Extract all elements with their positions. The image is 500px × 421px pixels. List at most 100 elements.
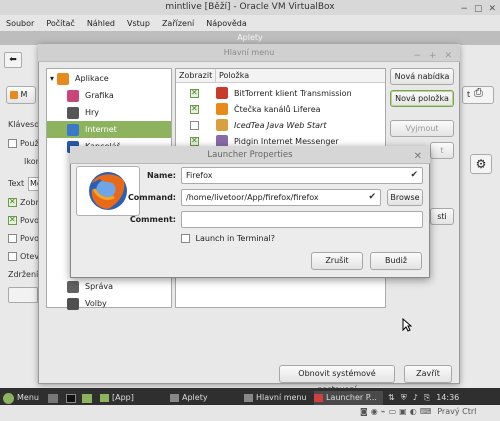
shield-icon[interactable]: ⛨ bbox=[401, 391, 407, 405]
new-item-button[interactable]: Nová položka bbox=[390, 90, 454, 107]
volume-icon[interactable]: ♪ bbox=[413, 391, 418, 405]
show-cell bbox=[176, 88, 216, 98]
applets-option[interactable]: Použ bbox=[8, 139, 39, 148]
category-item[interactable]: Internet bbox=[47, 121, 171, 138]
terminal-option[interactable]: Launch in Terminal? bbox=[181, 234, 275, 243]
list-item[interactable]: IcedTea Java Web Start bbox=[176, 117, 385, 133]
list-header: Zobrazit Položka bbox=[176, 69, 385, 83]
show-cell bbox=[176, 104, 216, 114]
cd-icon[interactable]: ◉ bbox=[371, 407, 378, 416]
applets-checkbox[interactable] bbox=[8, 139, 17, 148]
category-item[interactable]: ▾ Aplikace bbox=[47, 70, 171, 87]
applets-button-label: M bbox=[20, 90, 28, 99]
item-label: Pidgin Internet Messenger bbox=[234, 136, 339, 146]
app-icon bbox=[216, 119, 228, 131]
files-icon[interactable] bbox=[82, 391, 92, 405]
disk-icon[interactable]: ◙ bbox=[360, 407, 368, 416]
minimize-icon[interactable]: − bbox=[413, 47, 421, 65]
vbox-menu-item[interactable]: Počítač bbox=[46, 19, 75, 28]
cancel-button[interactable]: Zrušit bbox=[311, 252, 363, 270]
category-item[interactable]: Grafika bbox=[47, 87, 171, 104]
list-item[interactable]: BitTorrent klient Transmission bbox=[176, 85, 385, 101]
show-checkbox[interactable] bbox=[190, 136, 199, 146]
back-arrow-icon[interactable]: ⬅ bbox=[4, 52, 22, 68]
category-icon bbox=[67, 123, 79, 136]
applets-option[interactable]: Povo bbox=[8, 215, 39, 225]
window-icon bbox=[170, 394, 179, 402]
category-label: Volby bbox=[85, 299, 107, 308]
bg-button[interactable] bbox=[8, 287, 38, 303]
clipboard-icon[interactable]: ⎘ bbox=[424, 391, 430, 405]
close-icon[interactable]: ✕ bbox=[444, 47, 452, 65]
terminal-checkbox[interactable] bbox=[181, 234, 190, 243]
app-icon bbox=[216, 103, 228, 115]
taskbar-item-launcher[interactable]: Launcher P... bbox=[314, 391, 383, 405]
vbox-menu-item[interactable]: Nápověda bbox=[206, 19, 247, 28]
vbox-menu-item[interactable]: Náhled bbox=[87, 19, 115, 28]
vbox-menu-item[interactable]: Vstup bbox=[127, 19, 150, 28]
applets-checkbox[interactable] bbox=[8, 197, 17, 207]
applets-checkbox[interactable] bbox=[8, 234, 17, 243]
cut-button[interactable]: Vyjmout bbox=[390, 120, 454, 137]
taskbar-item-label: [App] bbox=[112, 393, 134, 402]
name-field[interactable]: Firefox ✔ bbox=[181, 167, 423, 184]
terminal-icon[interactable] bbox=[66, 391, 76, 405]
vbox-title: mintlive [Běží] - Oracle VM VirtualBox bbox=[165, 2, 335, 12]
applets-option-label: Povo bbox=[20, 234, 40, 243]
category-label: Grafika bbox=[85, 91, 114, 100]
category-item[interactable]: Hry bbox=[47, 104, 171, 121]
save-icon[interactable]: ⎙ bbox=[474, 86, 492, 104]
category-icon bbox=[67, 106, 79, 119]
expander-icon[interactable]: ▾ bbox=[50, 74, 54, 83]
gear-icon[interactable]: ⚙ bbox=[470, 154, 492, 174]
applets-checkbox[interactable] bbox=[8, 215, 17, 225]
vbox-menu-item[interactable]: Soubor bbox=[6, 19, 34, 28]
display-icon[interactable]: ▣ bbox=[399, 407, 407, 416]
applets-option[interactable]: Otev bbox=[8, 252, 39, 261]
vbox-menu-item[interactable]: Zařízení bbox=[162, 19, 194, 28]
network-icon[interactable]: ⇅ bbox=[388, 391, 395, 405]
applets-checkbox[interactable] bbox=[8, 252, 17, 261]
command-value: /home/livetoor/App/firefox/firefox bbox=[186, 193, 319, 202]
close-button[interactable]: Zavřít bbox=[404, 365, 452, 383]
category-icon bbox=[67, 297, 79, 310]
menu-button[interactable]: Menu bbox=[3, 391, 39, 405]
show-desktop-icon[interactable] bbox=[48, 391, 58, 405]
partial-button-1[interactable]: t bbox=[430, 142, 454, 159]
maximize-icon[interactable]: + bbox=[429, 47, 437, 65]
menu-label: Menu bbox=[17, 393, 39, 402]
clock[interactable]: 14:36 bbox=[436, 391, 459, 405]
taskbar-item-applets[interactable]: Aplety bbox=[170, 391, 208, 405]
ok-button[interactable]: Budiž bbox=[370, 252, 422, 270]
restore-defaults-button[interactable]: Obnovit systémové nastavení bbox=[279, 365, 395, 394]
applets-option-label: Zobr bbox=[20, 198, 39, 207]
close-icon[interactable]: ✕ bbox=[414, 148, 422, 166]
applets-option[interactable]: Povo bbox=[8, 234, 39, 243]
applet-icon bbox=[10, 90, 18, 99]
mint-logo-icon bbox=[3, 392, 14, 404]
new-menu-button[interactable]: Nová nabídka bbox=[390, 68, 454, 85]
column-header-show[interactable]: Zobrazit bbox=[176, 69, 216, 82]
keyboard-icon[interactable]: ⌨ bbox=[420, 407, 432, 416]
capture-icon[interactable]: ◐ bbox=[410, 407, 417, 416]
command-field[interactable]: /home/livetoor/App/firefox/firefox ✔ bbox=[181, 189, 381, 206]
show-checkbox[interactable] bbox=[190, 88, 199, 98]
category-item[interactable]: Správa bbox=[47, 278, 171, 295]
browse-button[interactable]: Browse bbox=[387, 189, 423, 206]
partial-button-2[interactable]: sti bbox=[430, 208, 454, 225]
show-checkbox[interactable] bbox=[190, 120, 199, 130]
category-icon bbox=[67, 280, 79, 293]
comment-label: Comment: bbox=[129, 215, 176, 224]
applets-option[interactable]: Zobr bbox=[8, 197, 39, 207]
shared-folder-icon[interactable]: ▭ bbox=[389, 407, 397, 416]
comment-field[interactable] bbox=[181, 211, 423, 228]
taskbar-item-main-menu[interactable]: Hlavní menu bbox=[244, 391, 307, 405]
taskbar-item-app[interactable]: [App] bbox=[100, 391, 134, 405]
list-item[interactable]: Čtečka kanálů Liferea bbox=[176, 101, 385, 117]
category-item[interactable]: Volby bbox=[47, 295, 171, 312]
show-checkbox[interactable] bbox=[190, 104, 199, 114]
usb-icon[interactable]: ⌁ bbox=[381, 407, 386, 416]
applets-button[interactable]: M bbox=[6, 86, 36, 104]
system-tray: ⇅ ⛨ ♪ ⎘ 14:36 bbox=[388, 391, 459, 405]
column-header-item[interactable]: Položka bbox=[216, 69, 385, 82]
